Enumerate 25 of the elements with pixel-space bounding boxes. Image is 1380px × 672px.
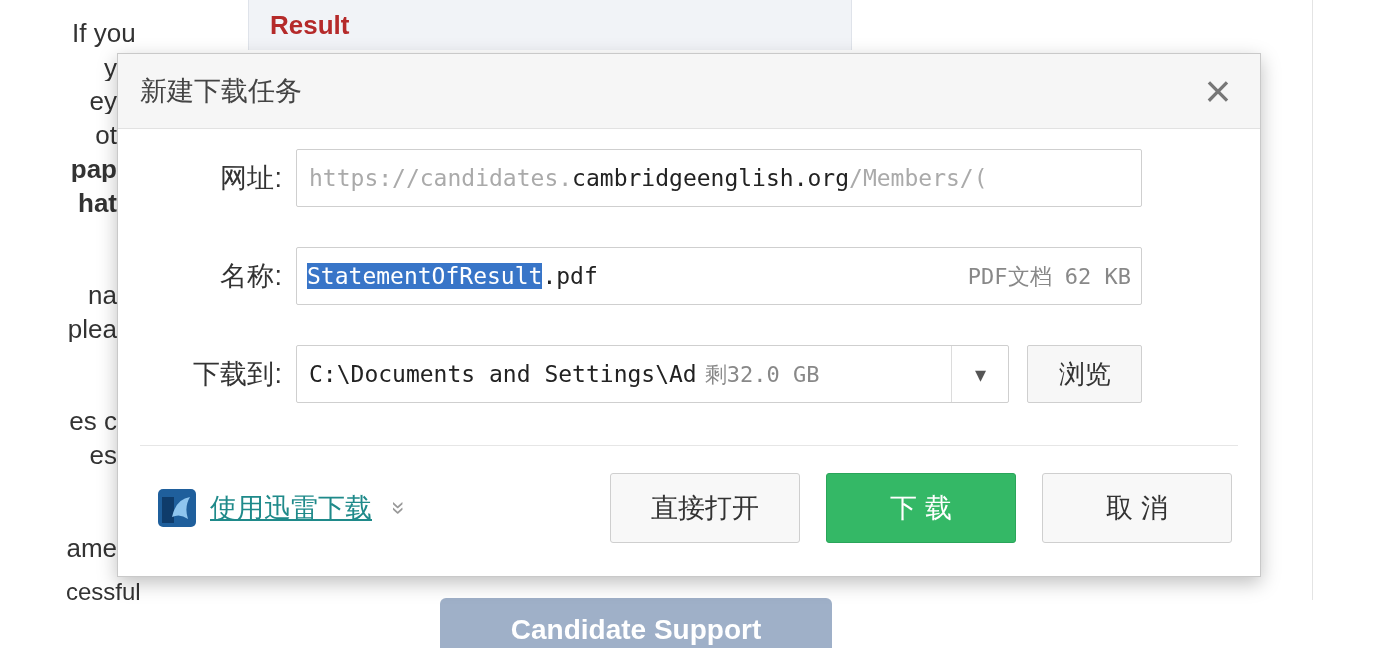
open-button[interactable]: 直接打开	[610, 473, 800, 543]
file-info: PDF文档 62 KB	[967, 262, 1131, 291]
window-title: 新建下载任务	[140, 74, 302, 108]
name-field[interactable]: StatementOfResult.pdf PDF文档 62 KB	[296, 247, 1142, 305]
free-space: 剩32.0 GB	[704, 360, 820, 389]
field-label: 名称:	[219, 259, 283, 293]
page-text: ame	[65, 535, 117, 561]
page-text: hat	[77, 190, 117, 216]
field-label: 网址:	[219, 161, 283, 195]
page-text: es c	[68, 408, 117, 434]
page-text: If you	[72, 20, 137, 46]
cancel-button[interactable]: 取 消	[1042, 473, 1232, 543]
field-label: 下载到:	[192, 357, 283, 391]
field-value: StatementOfResult.pdf	[307, 261, 598, 291]
close-button[interactable]: ×	[1198, 71, 1238, 111]
page-text: cessful	[66, 580, 142, 604]
page-text: na	[87, 282, 117, 308]
path-field[interactable]: C:\Documents and Settings\Ad 剩32.0 GB ▾	[296, 345, 1009, 403]
browse-button[interactable]: 浏览	[1027, 345, 1142, 403]
url-field[interactable]: https://candidates.cambridgeenglish.org/Members/(	[296, 149, 1142, 207]
field-value: C:\Documents and Settings\Ad	[309, 359, 697, 389]
section-heading: Result	[270, 12, 350, 38]
page-text: ot	[94, 122, 117, 148]
page-text: es	[88, 442, 117, 468]
thunder-download-link[interactable]: 使用迅雷下载	[210, 487, 372, 529]
